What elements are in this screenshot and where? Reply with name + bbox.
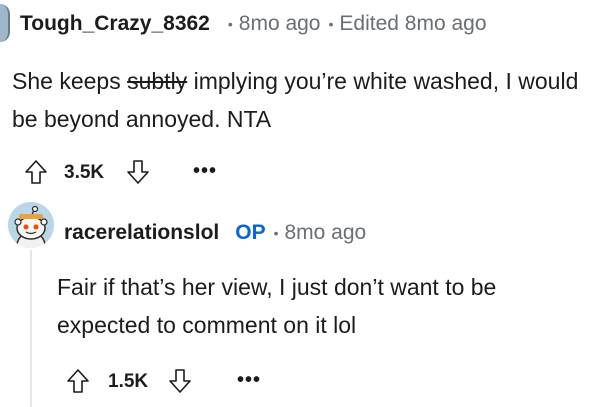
comment-2-body: Fair if that’s her view, I just don’t wa… — [57, 274, 497, 338]
comment-1-body: She keeps subtly implying you’re white w… — [12, 62, 592, 138]
downvote-icon — [169, 369, 191, 393]
comment-2-timestamp[interactable]: 8mo ago — [284, 221, 366, 245]
downvote-icon — [127, 160, 149, 184]
comment-1-body-start: She keeps — [12, 68, 128, 94]
comment-1-body-strikethrough: subtly — [127, 68, 188, 94]
more-options-icon[interactable]: ••• — [237, 369, 261, 392]
upvote-button[interactable] — [64, 366, 92, 396]
meta-separator: • — [227, 16, 233, 32]
more-options-icon[interactable]: ••• — [193, 160, 217, 183]
comment-2-author[interactable]: racerelationslol — [64, 221, 219, 245]
comment-1-author[interactable]: Tough_Crazy_8362 — [20, 12, 210, 36]
downvote-button[interactable] — [166, 366, 194, 396]
snoo-avatar-icon — [8, 202, 54, 248]
comment-1-timestamp[interactable]: 8mo ago — [239, 12, 321, 36]
user-avatar-1[interactable] — [0, 4, 10, 42]
thread-line[interactable] — [30, 250, 32, 407]
downvote-button[interactable] — [124, 157, 152, 187]
comment-1-edited: Edited 8mo ago — [339, 12, 487, 35]
avatar-icon[interactable] — [8, 202, 54, 248]
meta-separator: • — [273, 225, 279, 241]
upvote-icon — [25, 160, 47, 184]
comment-1-score: 3.5K — [64, 162, 105, 183]
upvote-icon — [67, 369, 89, 393]
upvote-button[interactable] — [22, 157, 50, 187]
op-badge: OP — [235, 221, 266, 244]
meta-separator: • — [328, 16, 334, 32]
comment-2-score: 1.5K — [108, 371, 149, 392]
